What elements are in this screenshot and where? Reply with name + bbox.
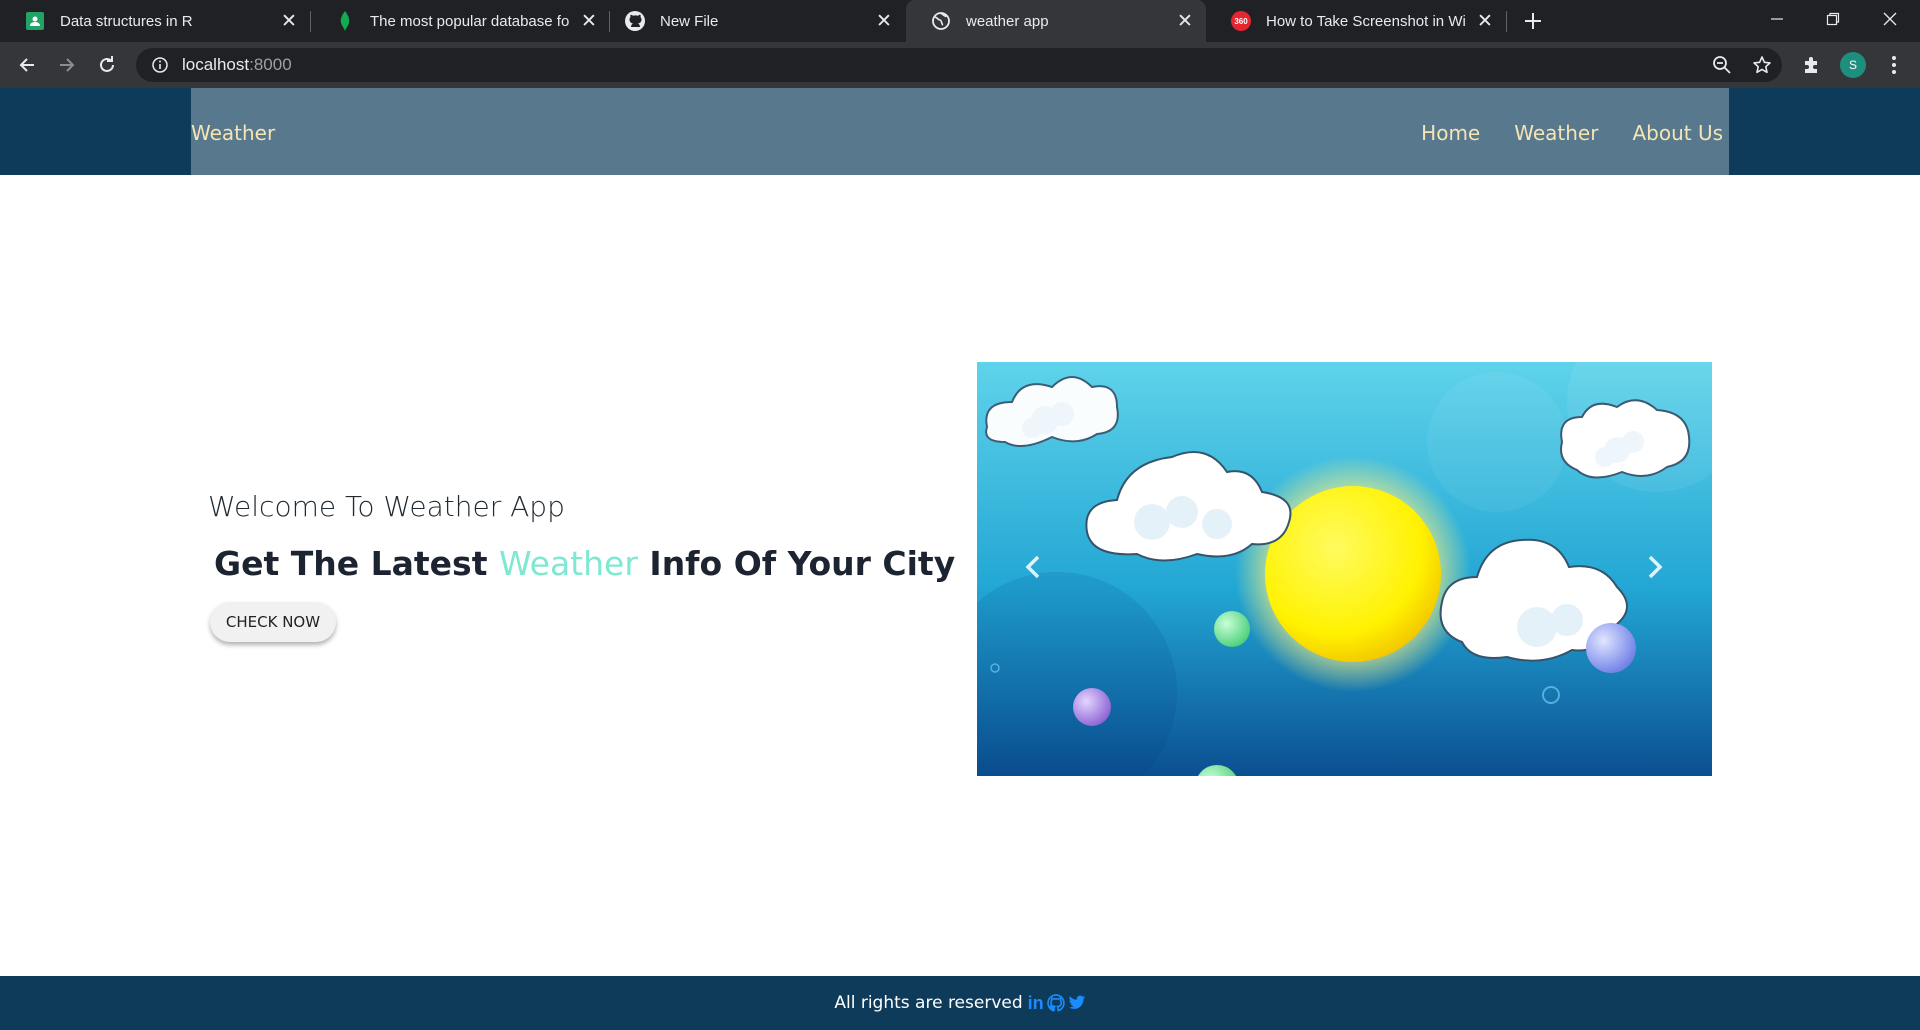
profile-avatar[interactable]: S [1840,52,1866,78]
chevron-right-icon [1648,555,1663,579]
github-icon[interactable] [1046,994,1065,1012]
close-tab-icon[interactable]: ✕ [278,10,300,32]
back-button[interactable] [11,49,43,81]
bookmark-button[interactable] [1746,49,1778,81]
navbar-brand[interactable]: Weather [191,121,275,145]
linkedin-icon-label: in [1027,992,1044,1013]
globe-icon [931,11,951,31]
close-tab-icon[interactable]: ✕ [1474,10,1496,32]
tab-title: How to Take Screenshot in Windo [1266,12,1466,30]
tab-title: Data structures in R [60,12,193,30]
360-icon-label: 360 [1231,11,1251,31]
address-bar[interactable]: localhost:8000 [136,48,1782,82]
hero-headline: Get The Latest Weather Info Of Your City [214,544,955,583]
minimize-icon [1771,18,1783,20]
nav-link-home[interactable]: Home [1421,121,1480,145]
zoom-out-icon [1713,56,1731,74]
welcome-heading: Welcome To Weather App [208,490,565,523]
nav-link-weather[interactable]: Weather [1514,121,1598,145]
check-now-button[interactable]: CHECK NOW [210,602,336,642]
restore-icon [1826,12,1840,26]
zoom-button[interactable] [1706,49,1738,81]
tab-mongodb[interactable]: The most popular database for m ✕ [310,0,610,42]
carousel-prev-button[interactable] [1013,547,1053,587]
tab-title: The most popular database for m [370,12,570,30]
mongodb-leaf-icon [335,11,355,31]
carousel-next-button[interactable] [1635,547,1675,587]
tab-screenshot-guide[interactable]: 360 How to Take Screenshot in Windo ✕ [1206,0,1506,42]
tab-new-file[interactable]: New File ✕ [600,0,905,42]
chevron-left-icon [1025,555,1040,579]
new-tab-button[interactable] [1518,6,1548,36]
headline-text-start: Get The Latest [214,544,499,583]
tab-data-structures[interactable]: Data structures in R ✕ [0,0,310,42]
linkedin-icon[interactable]: in [1028,993,1044,1014]
twitter-icon[interactable] [1068,995,1086,1011]
close-window-button[interactable] [1862,0,1918,38]
tab-divider [1506,11,1507,32]
reload-button[interactable] [91,49,123,81]
tab-weather-app[interactable]: weather app ✕ [906,0,1206,42]
headline-highlight: Weather [498,544,638,583]
arrow-left-icon [19,58,34,72]
weather-carousel [977,362,1712,776]
close-icon [1883,12,1897,26]
forward-button[interactable] [51,49,83,81]
copyright-text: All rights are reserved [834,993,1023,1013]
tab-title: weather app [966,12,1049,30]
star-icon [1753,56,1771,74]
navbar: Weather Home Weather About Us [191,88,1729,175]
plus-icon [1525,13,1541,29]
restore-button[interactable] [1805,0,1861,38]
site-header: Weather Home Weather About Us [0,88,1920,175]
puzzle-icon [1805,57,1817,73]
extensions-button[interactable] [1796,49,1828,81]
more-vertical-icon [1892,56,1896,74]
close-tab-icon[interactable]: ✕ [1174,10,1196,32]
sun-and-clouds-illustration [977,362,1712,776]
browser-tab-strip: Data structures in R ✕ The most popular … [0,0,1920,42]
360-icon: 360 [1231,11,1251,31]
social-links: in [1028,993,1086,1014]
arrow-right-icon [60,58,75,72]
reload-icon [100,56,114,72]
url-host: localhost [182,55,250,74]
nav-link-about-us[interactable]: About Us [1632,121,1723,145]
github-icon [625,11,645,31]
browser-toolbar: localhost:8000 S [0,42,1920,88]
nav-links: Home Weather About Us [1421,121,1723,145]
minimize-button[interactable] [1749,0,1805,38]
tab-title: New File [660,12,719,30]
site-footer: All rights are reserved in [0,976,1920,1030]
google-classroom-icon [25,11,45,31]
site-info-icon[interactable] [150,55,170,75]
url-text[interactable]: localhost:8000 [182,55,292,75]
menu-button[interactable] [1878,49,1910,81]
close-tab-icon[interactable]: ✕ [873,10,895,32]
close-tab-icon[interactable]: ✕ [578,10,600,32]
headline-text-end: Info Of Your City [637,544,956,583]
url-port: :8000 [249,55,292,74]
